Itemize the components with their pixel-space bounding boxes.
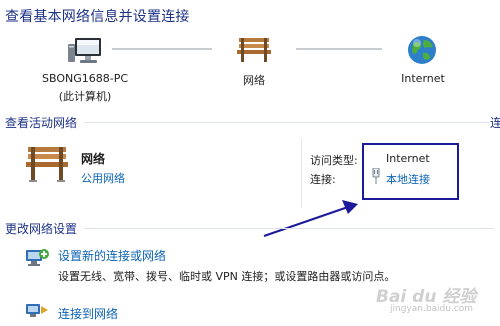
plug-icon — [371, 168, 381, 184]
section-edge-text: 连 — [490, 116, 500, 130]
change-settings-divider — [84, 228, 494, 229]
connect-network-icon — [24, 300, 50, 322]
network-map: SBONG1688-PC (此计算机) 网络 Internet — [0, 30, 500, 110]
network-type-link[interactable]: 公用网络 — [81, 170, 125, 186]
internet-node-label: Internet — [401, 72, 445, 85]
access-type-value: Internet — [386, 152, 430, 165]
network-setup-icon — [24, 246, 50, 270]
active-networks-title: 查看活动网络 — [5, 116, 78, 130]
computer-icon — [66, 36, 104, 66]
connection-line-right — [296, 48, 382, 50]
setup-connection-description: 设置无线、宽带、拨号、临时或 VPN 连接；或设置路由器或访问点。 — [58, 270, 396, 283]
local-connection-link[interactable]: 本地连接 — [386, 171, 430, 187]
active-network-name: 网络 — [81, 152, 106, 166]
annotation-arrow — [263, 200, 358, 237]
computer-name-label: SBONG1688-PC — [41, 72, 129, 85]
bench-icon — [236, 36, 272, 64]
network-node-label: 网络 — [243, 74, 265, 87]
change-settings-title: 更改网络设置 — [5, 222, 78, 236]
network-bench-icon — [24, 144, 70, 184]
connection-label: 连接: — [310, 173, 336, 186]
page-title: 查看基本网络信息并设置连接 — [5, 9, 190, 25]
setup-connection-link[interactable]: 设置新的连接或网络 — [58, 247, 166, 264]
watermark-url: jingyan.baidu.com — [390, 304, 474, 314]
active-networks-divider — [84, 122, 489, 123]
connect-network-link[interactable]: 连接到网络 — [58, 305, 118, 322]
globe-icon — [406, 34, 438, 66]
computer-sub-label: (此计算机) — [58, 90, 112, 103]
connection-line-left — [112, 48, 212, 50]
access-type-label: 访问类型: — [310, 154, 358, 167]
